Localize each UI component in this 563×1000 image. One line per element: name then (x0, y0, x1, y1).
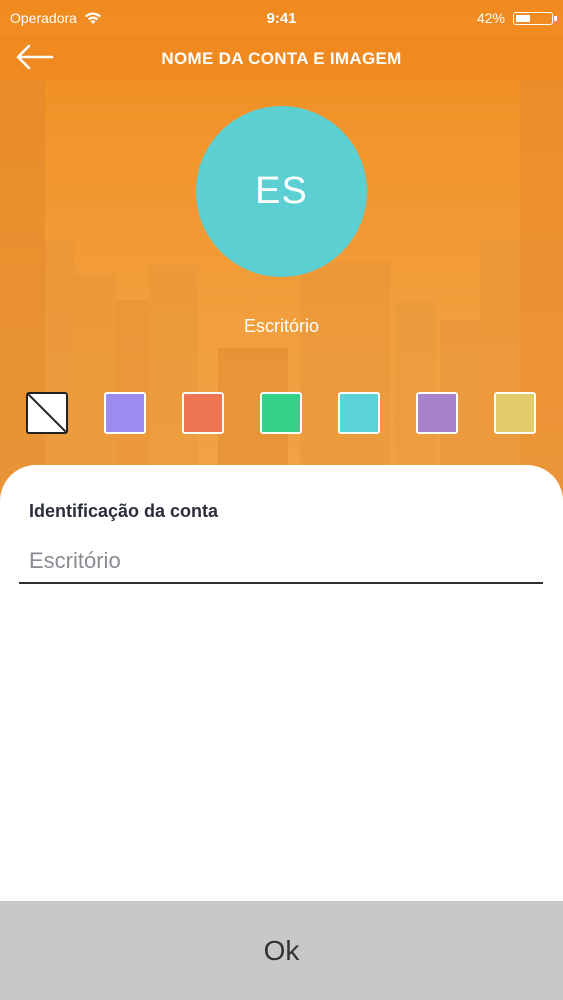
account-avatar: ES (196, 106, 367, 277)
battery-icon (513, 11, 557, 25)
navigation-bar: NOME DA CONTA E IMAGEM (0, 36, 563, 80)
battery-percent: 42% (476, 10, 505, 26)
form-sheet (0, 465, 563, 901)
color-option-teal[interactable] (338, 392, 380, 434)
ok-button[interactable]: Ok (0, 901, 563, 1000)
color-option-lavender[interactable] (104, 392, 146, 434)
account-name-caption: Escritório (243, 316, 319, 336)
status-bar: Operadora 9:41 42% (0, 0, 563, 36)
no-color-icon (28, 394, 66, 432)
account-id-label: Identificação da conta (29, 501, 219, 521)
color-option-yellow[interactable] (494, 392, 536, 434)
color-option-coral[interactable] (182, 392, 224, 434)
page-title: NOME DA CONTA E IMAGEM (161, 49, 402, 68)
avatar-initials: ES (255, 170, 308, 212)
account-id-input[interactable] (19, 540, 543, 584)
color-option-purple[interactable] (416, 392, 458, 434)
color-option-none[interactable] (26, 392, 68, 434)
battery-fill (516, 14, 530, 22)
status-right: 42% (476, 10, 557, 26)
color-option-green[interactable] (260, 392, 302, 434)
